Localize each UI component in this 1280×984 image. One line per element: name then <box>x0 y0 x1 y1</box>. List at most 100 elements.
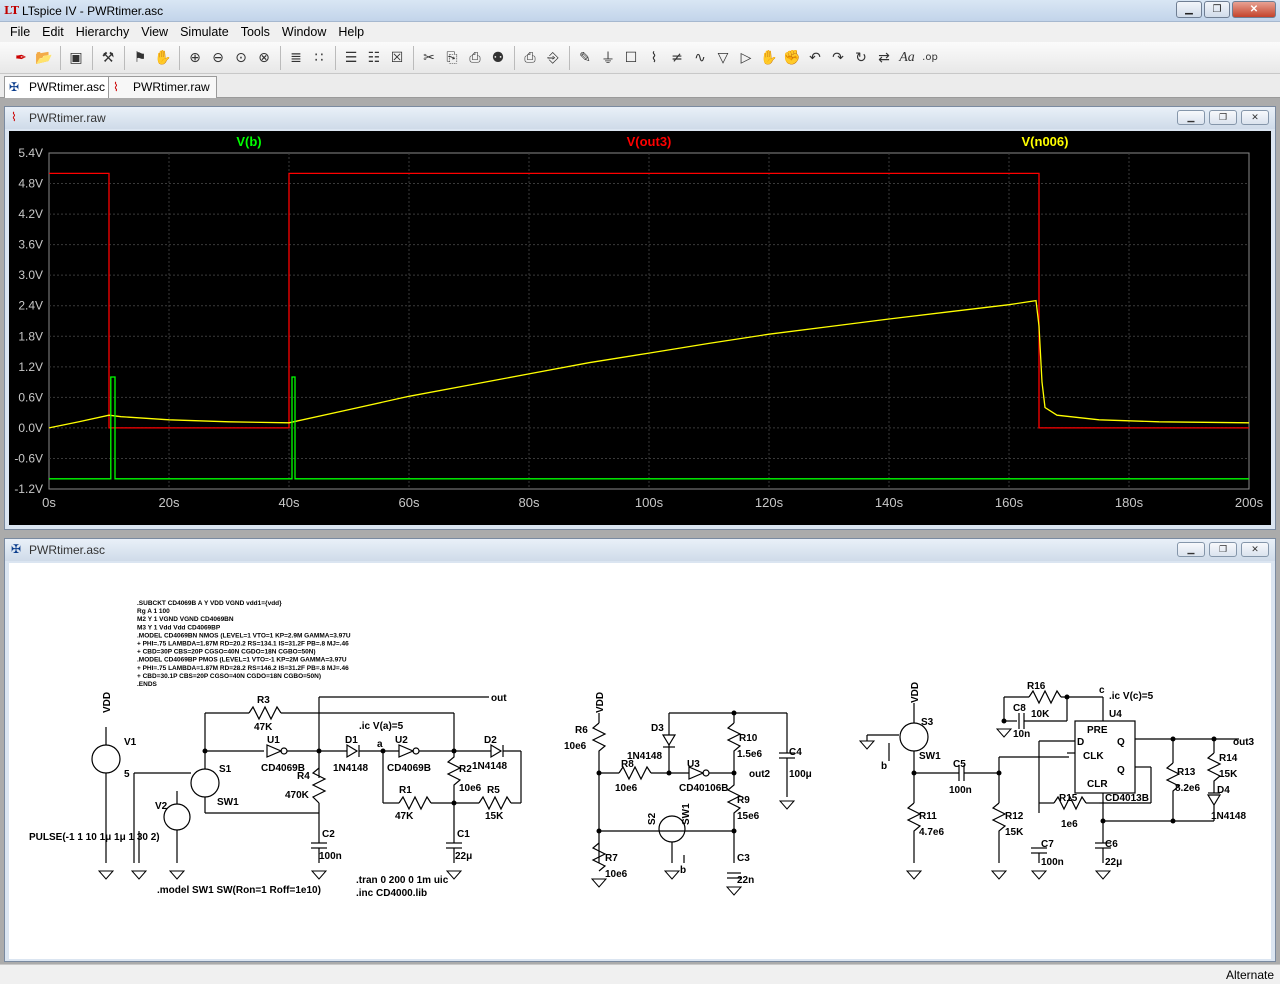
spice-model-text[interactable]: .SUBCKT CD4069B A Y VDD VGND vdd1={vdd} … <box>137 600 351 688</box>
u3-ref[interactable]: U3 <box>687 759 700 770</box>
waveform-plot-area[interactable]: 0s 20s 40s 60s 80s 100s 120s 140s 160s 180s 200s 5.… <box>9 131 1271 525</box>
r9-value[interactable]: 15e6 <box>737 811 760 822</box>
c3-value[interactable]: 22n <box>737 875 754 886</box>
redo-icon[interactable]: ↷ <box>827 47 849 69</box>
tab-waveform[interactable]: ⌇ PWRtimer.raw <box>108 76 217 98</box>
r6-ref[interactable]: R6 <box>575 725 588 736</box>
r14-value[interactable]: 15K <box>1219 769 1238 780</box>
u4-ref[interactable]: U4 <box>1109 709 1122 720</box>
net-a-label[interactable]: a <box>377 739 383 750</box>
c1-ref[interactable]: C1 <box>457 829 470 840</box>
vdd-label[interactable]: VDD <box>595 692 606 713</box>
diode-icon[interactable]: ▽ <box>712 47 734 69</box>
d3-ref[interactable]: D3 <box>651 723 664 734</box>
close-all-icon[interactable]: ☒ <box>386 47 408 69</box>
v2-ref[interactable]: V2 <box>155 801 168 812</box>
d2-value[interactable]: 1N4148 <box>472 761 507 772</box>
save-icon[interactable]: ▣ <box>65 47 87 69</box>
legend-trace-v-out3[interactable]: V(out3) <box>627 134 672 149</box>
paste-icon[interactable]: ⎙ <box>464 47 486 69</box>
r3-value[interactable]: 47K <box>254 722 273 733</box>
menu-simulate[interactable]: Simulate <box>174 22 235 42</box>
schematic-window-titlebar[interactable]: ✠ PWRtimer.asc ▁ ❐ ✕ <box>5 539 1275 561</box>
u3-value[interactable]: CD40106B <box>679 783 728 794</box>
capacitor-icon[interactable]: ≠ <box>666 47 688 69</box>
restore-button[interactable]: ❐ <box>1209 110 1237 125</box>
c4-ref[interactable]: C4 <box>789 747 802 758</box>
c8-ref[interactable]: C8 <box>1013 703 1026 714</box>
c6-value[interactable]: 22μ <box>1105 857 1122 868</box>
v1-ref[interactable]: V1 <box>124 737 137 748</box>
d4-ref[interactable]: D4 <box>1217 785 1230 796</box>
c2-value[interactable]: 100n <box>319 851 342 862</box>
wire-icon[interactable]: ✎ <box>574 47 596 69</box>
print-icon[interactable]: ⎆ <box>542 47 564 69</box>
restore-button[interactable]: ❐ <box>1209 542 1237 557</box>
tile-horizontal-icon[interactable]: ☰ <box>340 47 362 69</box>
r8-ref[interactable]: R8 <box>621 759 634 770</box>
close-button[interactable]: ✕ <box>1241 110 1269 125</box>
menu-help[interactable]: Help <box>332 22 370 42</box>
r10-ref[interactable]: R10 <box>739 733 758 744</box>
zoom-fit-icon[interactable]: ⊙ <box>230 47 252 69</box>
menu-edit[interactable]: Edit <box>36 22 70 42</box>
menu-tools[interactable]: Tools <box>235 22 276 42</box>
minimize-button[interactable]: ▁ <box>1176 1 1202 18</box>
copy-icon[interactable]: ⎘ <box>441 47 463 69</box>
run-icon[interactable]: ⚑ <box>129 47 151 69</box>
c5-ref[interactable]: C5 <box>953 759 966 770</box>
r6-value[interactable]: 10e6 <box>564 741 587 752</box>
s2-ref[interactable]: S2 <box>647 812 658 825</box>
new-schematic-icon[interactable]: ✒ <box>10 47 32 69</box>
c6-ref[interactable]: C6 <box>1105 839 1118 850</box>
c5-value[interactable]: 100n <box>949 785 972 796</box>
r15-ref[interactable]: R15 <box>1059 793 1078 804</box>
menu-hierarchy[interactable]: Hierarchy <box>70 22 136 42</box>
net-b-label[interactable]: b <box>881 761 887 772</box>
schematic-drawing[interactable]: .SUBCKT CD4069B A Y VDD VGND vdd1={vdd} … <box>9 563 1271 959</box>
tran-directive[interactable]: .tran 0 200 0 1m uic <box>356 875 449 886</box>
r11-value[interactable]: 4.7e6 <box>919 827 944 838</box>
inductor-icon[interactable]: ∿ <box>689 47 711 69</box>
r10-value[interactable]: 1.5e6 <box>737 749 762 760</box>
u1-ref[interactable]: U1 <box>267 735 280 746</box>
rotate-icon[interactable]: ↻ <box>850 47 872 69</box>
find-icon[interactable]: ⚉ <box>487 47 509 69</box>
r16-value[interactable]: 10K <box>1031 709 1050 720</box>
d2-ref[interactable]: D2 <box>484 735 497 746</box>
net-c-label[interactable]: c <box>1099 685 1105 696</box>
ic-a-directive[interactable]: .ic V(a)=5 <box>359 721 404 732</box>
grid-icon[interactable]: ∷ <box>308 47 330 69</box>
r16-ref[interactable]: R16 <box>1027 681 1046 692</box>
open-icon[interactable]: 📂 <box>33 47 55 69</box>
d1-value[interactable]: 1N4148 <box>333 763 368 774</box>
window-titlebar[interactable]: LT LTspice IV - PWRtimer.asc ▁ ❐ ✕ <box>0 0 1280 22</box>
close-button[interactable]: ✕ <box>1232 1 1276 18</box>
legend-trace-v-b[interactable]: V(b) <box>236 134 261 149</box>
ic-c-directive[interactable]: .ic V(c)=5 <box>1109 691 1154 702</box>
zoom-in-icon[interactable]: ⊕ <box>184 47 206 69</box>
out-label[interactable]: out <box>491 693 507 704</box>
autorange-icon[interactable]: ≣ <box>285 47 307 69</box>
r4-value[interactable]: 470K <box>285 790 310 801</box>
d1-ref[interactable]: D1 <box>345 735 358 746</box>
restore-button[interactable]: ❐ <box>1204 1 1230 18</box>
r7-value[interactable]: 10e6 <box>605 869 628 880</box>
tab-schematic[interactable]: ✠ PWRtimer.asc <box>4 76 113 98</box>
c4-value[interactable]: 100μ <box>789 769 812 780</box>
s3-model[interactable]: SW1 <box>919 751 941 762</box>
r1-value[interactable]: 47K <box>395 811 414 822</box>
menu-window[interactable]: Window <box>276 22 332 42</box>
v1-value[interactable]: 5 <box>124 769 130 780</box>
r2-value[interactable]: 10e6 <box>459 783 482 794</box>
r3-ref[interactable]: R3 <box>257 695 270 706</box>
zoom-cancel-icon[interactable]: ⊗ <box>253 47 275 69</box>
r1-ref[interactable]: R1 <box>399 785 412 796</box>
halt-icon[interactable]: ✋ <box>152 47 174 69</box>
sw-model-directive[interactable]: .model SW1 SW(Ron=1 Roff=1e10) <box>157 885 321 896</box>
r4-ref[interactable]: R4 <box>297 771 310 782</box>
control-panel-icon[interactable]: ⚒ <box>97 47 119 69</box>
r11-ref[interactable]: R11 <box>919 811 937 822</box>
r9-ref[interactable]: R9 <box>737 795 750 806</box>
vdd-label[interactable]: VDD <box>102 692 113 713</box>
